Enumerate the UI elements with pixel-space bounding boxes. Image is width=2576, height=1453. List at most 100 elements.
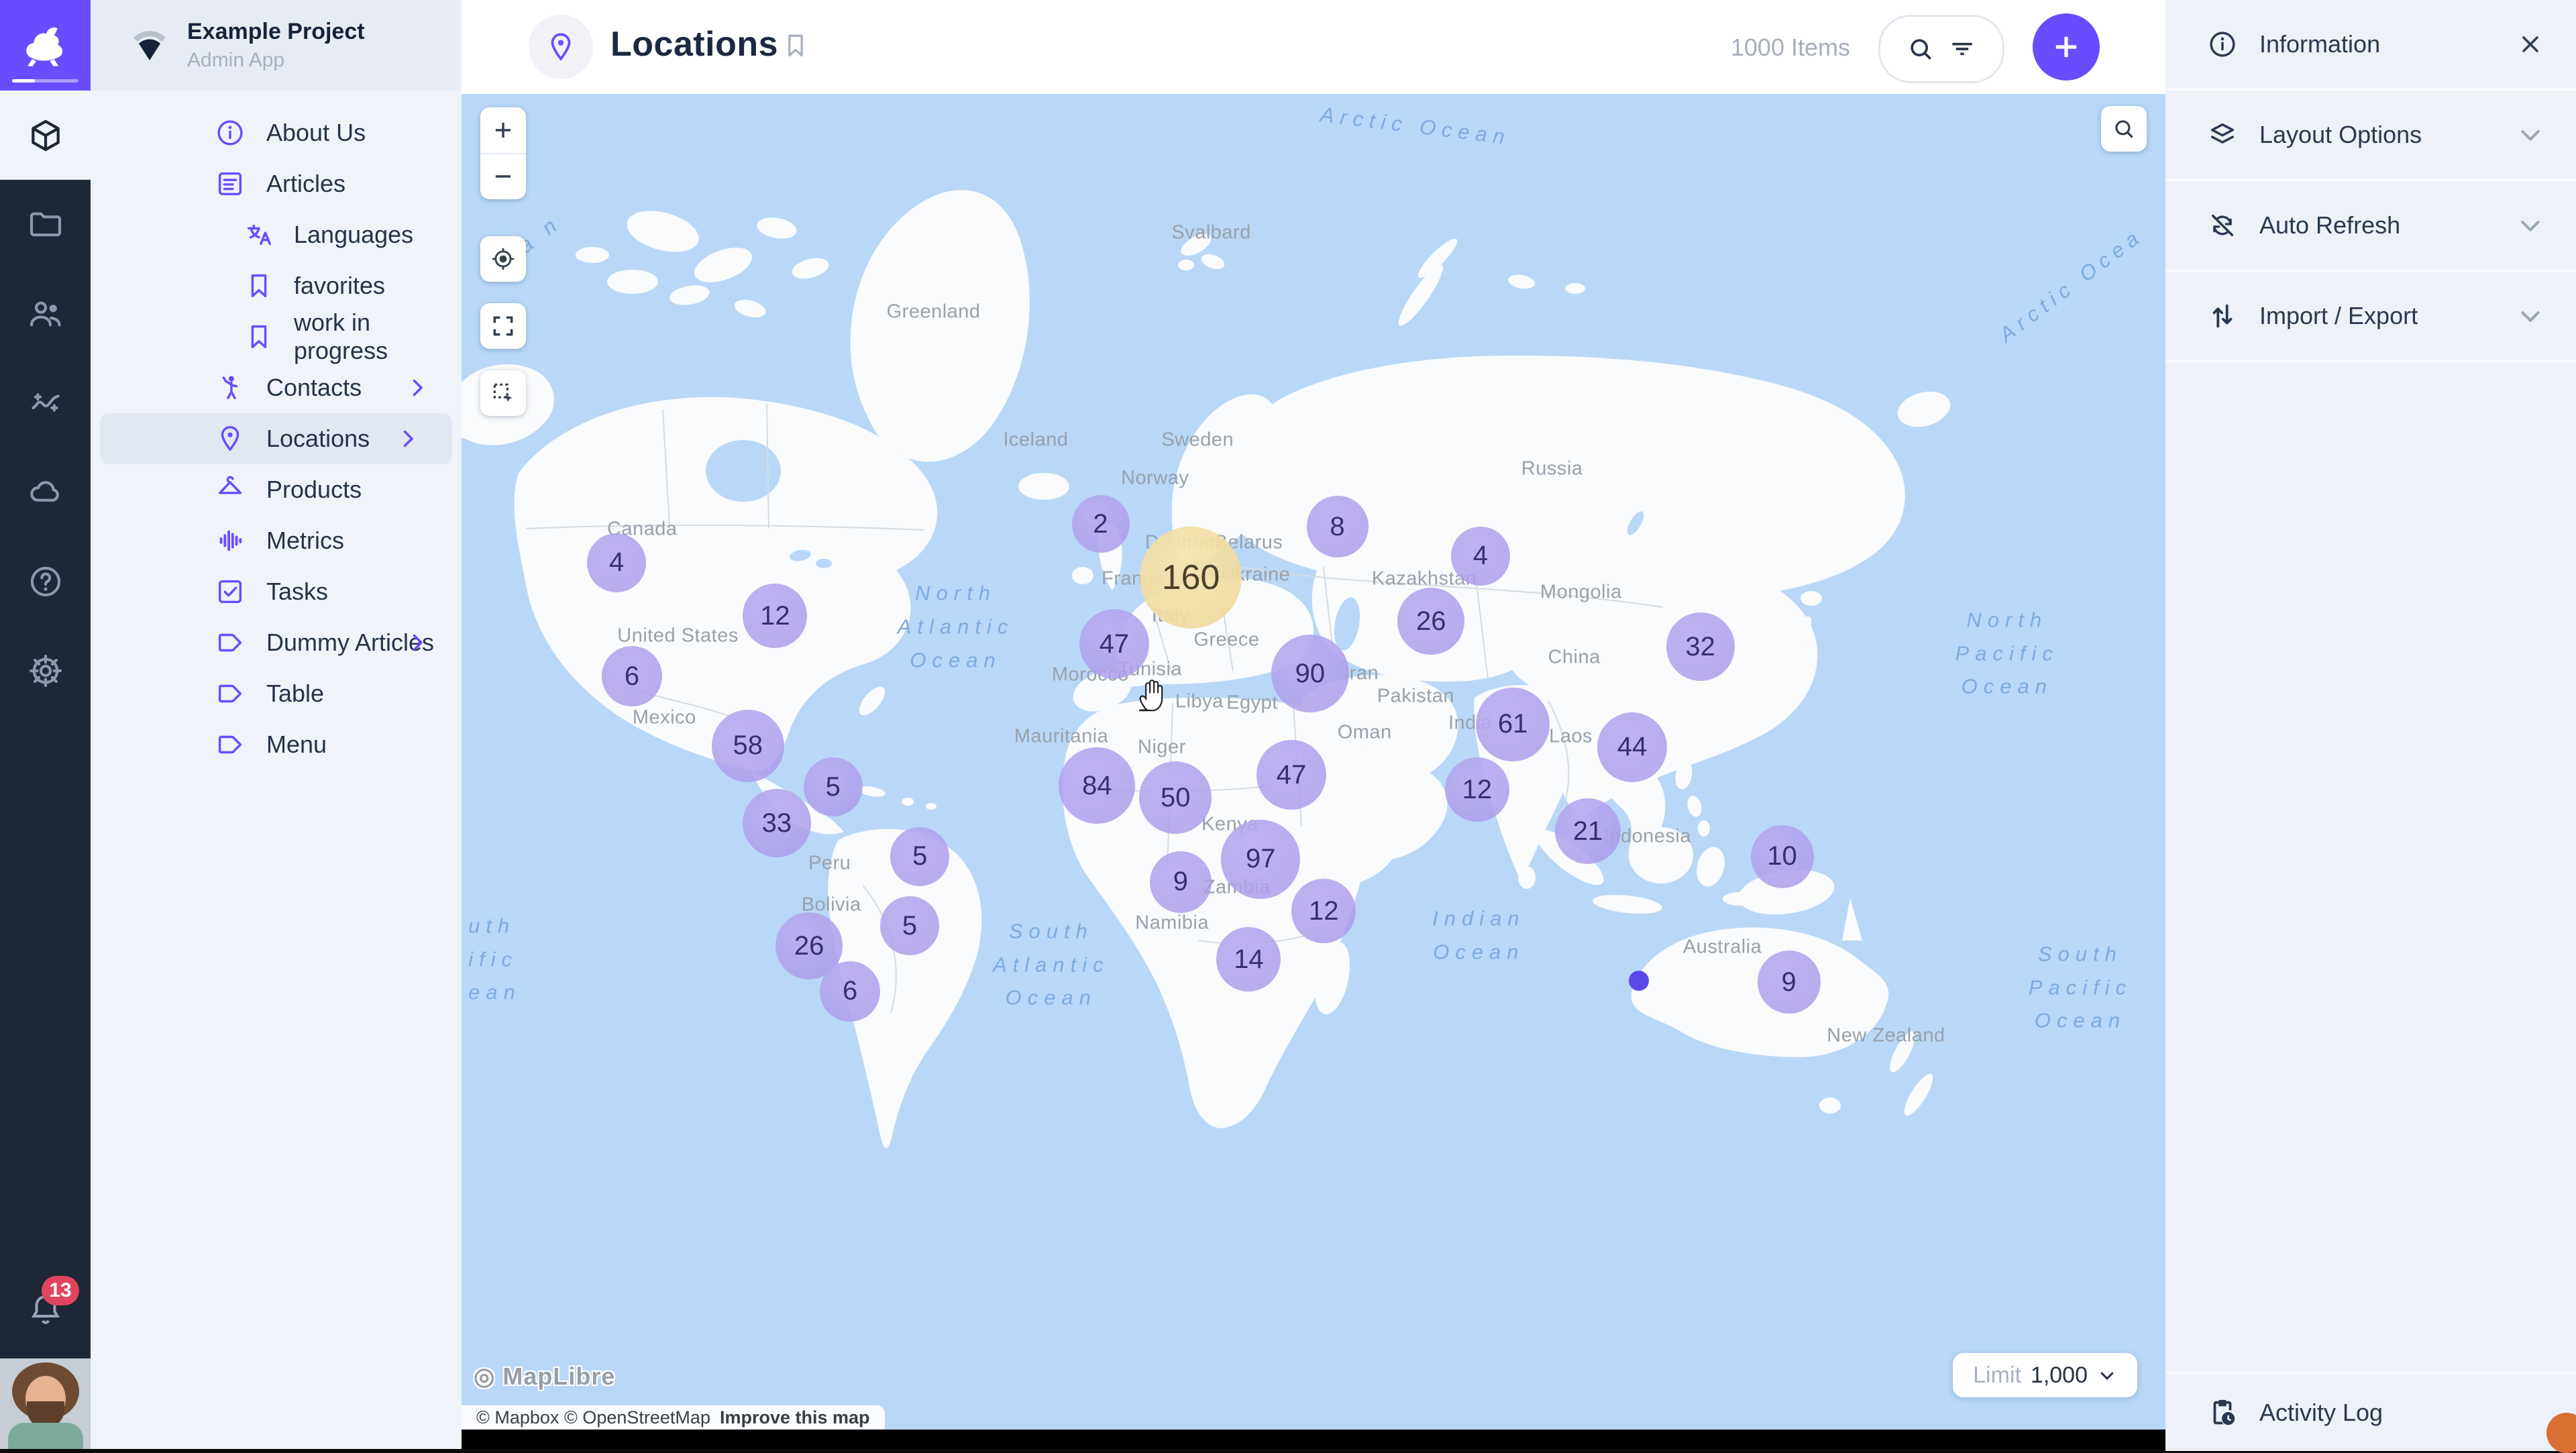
- sidebar-item-about-us[interactable]: About Us: [91, 107, 462, 158]
- module-help-button[interactable]: [0, 537, 91, 626]
- user-avatar[interactable]: [0, 1358, 91, 1449]
- sidebar-item-dummy-articles[interactable]: Dummy Articles: [91, 617, 462, 668]
- map-cluster[interactable]: 84: [1059, 747, 1135, 824]
- improve-map-link[interactable]: Improve this map: [720, 1407, 870, 1428]
- bookmark-page-button[interactable]: [781, 31, 810, 60]
- map-cluster[interactable]: 5: [804, 757, 863, 816]
- map-cluster[interactable]: 50: [1139, 761, 1212, 834]
- module-cloud-button[interactable]: [0, 447, 91, 537]
- fullscreen-button[interactable]: [480, 303, 526, 349]
- map-cluster[interactable]: 10: [1751, 825, 1814, 888]
- module-folder-button[interactable]: [0, 180, 91, 269]
- sidebar-item-label: Languages: [294, 221, 413, 249]
- sidebar-item-favorites[interactable]: favorites: [91, 260, 462, 311]
- map-cluster[interactable]: 2: [1072, 495, 1130, 553]
- module-insights-button[interactable]: [0, 358, 91, 447]
- rabbit-logo-icon: [15, 15, 76, 76]
- limit-dropdown[interactable]: Limit 1,000: [1953, 1353, 2137, 1397]
- sidebar-section-auto-refresh[interactable]: Auto Refresh: [2165, 181, 2576, 272]
- sidebar-item-contacts[interactable]: Contacts: [91, 362, 462, 413]
- info-icon: [215, 117, 246, 148]
- map-cluster[interactable]: 6: [602, 646, 662, 706]
- country-label: Libya: [1175, 690, 1224, 712]
- add-item-button[interactable]: [2033, 13, 2100, 80]
- sidebar-item-menu[interactable]: Menu: [91, 719, 462, 770]
- ocean-label: Indian Ocean: [1432, 902, 1525, 969]
- map-cluster[interactable]: 8: [1307, 496, 1368, 557]
- ocean-label: uth ific ean: [468, 910, 521, 1010]
- project-switcher[interactable]: Example Project Admin App: [91, 0, 462, 91]
- notifications-button[interactable]: [0, 1265, 91, 1354]
- sidebar-item-tasks[interactable]: Tasks: [91, 566, 462, 617]
- search-filter-button[interactable]: [1878, 15, 2004, 83]
- map-cluster[interactable]: 58: [712, 710, 784, 782]
- map-cluster[interactable]: 5: [890, 827, 949, 886]
- map-cluster[interactable]: 90: [1271, 635, 1349, 712]
- filter-icon: [1947, 34, 1977, 64]
- sidebar-item-locations[interactable]: Locations: [100, 413, 452, 464]
- country-label: Oman: [1338, 721, 1392, 743]
- sidebar-section-label: Auto Refresh: [2259, 211, 2400, 239]
- sidebar-section-layout-options[interactable]: Layout Options: [2165, 91, 2576, 181]
- map-cluster[interactable]: 33: [743, 789, 811, 857]
- map-cluster[interactable]: 12: [743, 584, 807, 648]
- minus-icon: [490, 164, 516, 189]
- right-sidebar: Information Layout Options Auto Refresh …: [2165, 0, 2576, 1449]
- map-search-button[interactable]: [2101, 106, 2147, 152]
- country-label: Niger: [1138, 736, 1186, 758]
- map-cluster[interactable]: 12: [1445, 757, 1509, 822]
- chevron-down-icon: [2097, 1365, 2117, 1385]
- map-cluster[interactable]: 160: [1140, 527, 1242, 629]
- sidebar-item-work-in-progress[interactable]: work in progress: [91, 311, 462, 362]
- sidebar-section-information[interactable]: Information: [2165, 0, 2576, 91]
- map-cluster[interactable]: 21: [1555, 798, 1621, 864]
- ocean-label: North Pacific Ocean: [1955, 604, 2059, 704]
- map-cluster[interactable]: 97: [1221, 820, 1300, 899]
- import-export-icon: [2207, 301, 2238, 331]
- map-cluster[interactable]: 14: [1216, 927, 1281, 991]
- country-label: Sweden: [1161, 429, 1234, 451]
- country-label: Mexico: [633, 706, 696, 729]
- map-cluster[interactable]: 32: [1666, 612, 1735, 681]
- map-cluster[interactable]: 47: [1256, 740, 1326, 810]
- label-icon: [215, 627, 246, 658]
- map-point-marker[interactable]: [1629, 971, 1649, 991]
- zoom-out-button[interactable]: [480, 154, 526, 200]
- map-cluster[interactable]: 6: [820, 961, 880, 1022]
- maplibre-wordmark[interactable]: ◎ MapLibre: [474, 1362, 615, 1391]
- clipboard-clock-icon: [2207, 1397, 2238, 1428]
- map-cluster[interactable]: 47: [1079, 609, 1149, 679]
- zoom-in-button[interactable]: [480, 107, 526, 153]
- module-settings-button[interactable]: [0, 626, 91, 715]
- sidebar-item-articles[interactable]: Articles: [91, 158, 462, 209]
- country-label: Egypt: [1226, 692, 1278, 714]
- close-icon[interactable]: [2517, 31, 2544, 58]
- map-cluster[interactable]: 5: [880, 896, 939, 955]
- map-cluster[interactable]: 4: [587, 533, 646, 592]
- people-icon: [27, 295, 64, 333]
- sidebar-item-label: Contacts: [266, 374, 362, 402]
- map-cluster[interactable]: 9: [1758, 951, 1821, 1014]
- sidebar-section-import-export[interactable]: Import / Export: [2165, 272, 2576, 362]
- geolocate-button[interactable]: [480, 236, 526, 282]
- map-cluster[interactable]: 44: [1597, 712, 1667, 782]
- map-canvas[interactable]: GreenlandSvalbardIcelandSwedenNorwayDenm…: [462, 94, 2165, 1430]
- connection-status-icon: [131, 27, 168, 64]
- sidebar-item-languages[interactable]: Languages: [91, 209, 462, 260]
- sidebar-item-products[interactable]: Products: [91, 464, 462, 515]
- hanger-icon: [215, 474, 246, 505]
- module-people-button[interactable]: [0, 269, 91, 358]
- box-select-button[interactable]: [480, 370, 526, 416]
- sidebar-item-table[interactable]: Table: [91, 668, 462, 719]
- sidebar-item-label: Table: [266, 680, 324, 708]
- app-logo[interactable]: [0, 0, 91, 91]
- map-cluster[interactable]: 26: [1397, 588, 1464, 655]
- module-collections-button[interactable]: [0, 91, 91, 180]
- page-title: Locations: [610, 24, 778, 64]
- sidebar-item-metrics[interactable]: Metrics: [91, 515, 462, 566]
- activity-log-button[interactable]: Activity Log: [2165, 1372, 2576, 1451]
- map-cluster[interactable]: 12: [1291, 879, 1356, 943]
- map-cluster[interactable]: 4: [1451, 527, 1510, 586]
- map-cluster[interactable]: 61: [1476, 688, 1550, 761]
- map-cluster[interactable]: 9: [1150, 851, 1212, 913]
